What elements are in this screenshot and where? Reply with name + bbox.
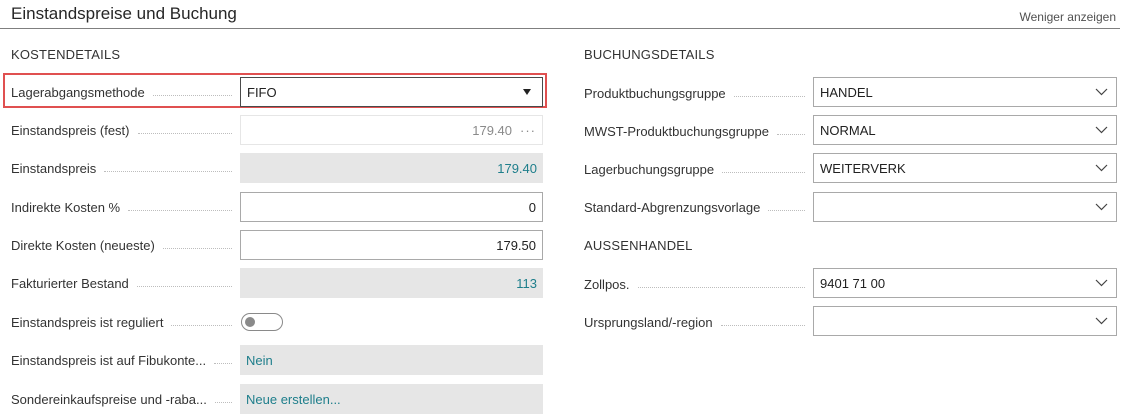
label-fakturierter-bestand: Fakturierter Bestand — [11, 274, 240, 292]
label-sondereinkaufspreise: Sondereinkaufspreise und -raba... — [11, 390, 240, 408]
toggle-knob — [245, 317, 255, 327]
chevron-down-icon[interactable] — [1086, 193, 1116, 221]
fakturierter-bestand-field[interactable]: 113 — [240, 268, 543, 298]
einstandspreis-value[interactable]: 179.40 — [240, 161, 543, 176]
sondereinkaufspreise-field[interactable]: Neue erstellen... — [240, 384, 543, 414]
einstandspreis-reguliert-toggle[interactable] — [241, 313, 283, 331]
ursprungsland-select[interactable] — [813, 306, 1117, 336]
label-lagerbuchungsgruppe: Lagerbuchungsgruppe — [584, 160, 813, 178]
einstandspreis-fest-field[interactable]: 179.40 ··· — [240, 115, 543, 145]
label-standard-abgrenzungsvorlage: Standard-Abgrenzungsvorlage — [584, 198, 813, 216]
section-title-buchungsdetails: BUCHUNGSDETAILS — [584, 47, 715, 62]
mwst-produktbuchungsgruppe-value: NORMAL — [820, 122, 876, 138]
label-mwst-produktbuchungsgruppe: MWST-Produktbuchungsgruppe — [584, 122, 813, 140]
label-produktbuchungsgruppe: Produktbuchungsgruppe — [584, 84, 813, 102]
page-title: Einstandspreise und Buchung — [11, 4, 237, 23]
lagerabgangsmethode-select[interactable]: FIFO — [240, 77, 543, 107]
label-indirekte-kosten: Indirekte Kosten % — [11, 198, 240, 216]
section-title-aussenhandel: AUSSENHANDEL — [584, 238, 693, 253]
chevron-down-icon[interactable] — [1086, 269, 1116, 297]
einstandspreis-fibukonten-field[interactable]: Nein — [240, 345, 543, 375]
label-einstandspreis-fest: Einstandspreis (fest) — [11, 121, 240, 139]
ellipsis-icon[interactable]: ··· — [518, 123, 542, 138]
chevron-down-icon[interactable] — [1086, 307, 1116, 335]
label-einstandspreis-fibukonten: Einstandspreis ist auf Fibukonte... — [11, 351, 240, 369]
lagerabgangsmethode-value: FIFO — [247, 84, 277, 100]
chevron-down-icon[interactable] — [1086, 116, 1116, 144]
show-less-link[interactable]: Weniger anzeigen — [1019, 10, 1116, 24]
direkte-kosten-value: 179.50 — [496, 237, 536, 253]
neue-erstellen-link[interactable]: Neue erstellen... — [240, 392, 543, 407]
caret-down-icon[interactable] — [512, 78, 542, 106]
label-einstandspreis-reguliert: Einstandspreis ist reguliert — [11, 313, 240, 331]
produktbuchungsgruppe-value: HANDEL — [820, 84, 873, 100]
mwst-produktbuchungsgruppe-select[interactable]: NORMAL — [813, 115, 1117, 145]
chevron-down-icon[interactable] — [1086, 78, 1116, 106]
label-lagerabgangsmethode: Lagerabgangsmethode — [11, 83, 240, 101]
header-divider — [0, 28, 1120, 29]
lagerbuchungsgruppe-value: WEITERVERK — [820, 160, 906, 176]
einstandspreis-field[interactable]: 179.40 — [240, 153, 543, 183]
direkte-kosten-input[interactable]: 179.50 — [240, 230, 543, 260]
lagerbuchungsgruppe-select[interactable]: WEITERVERK — [813, 153, 1117, 183]
fakturierter-bestand-value[interactable]: 113 — [240, 276, 543, 291]
label-einstandspreis: Einstandspreis — [11, 159, 240, 177]
chevron-down-icon[interactable] — [1086, 154, 1116, 182]
section-title-kostendetails: KOSTENDETAILS — [11, 47, 121, 62]
indirekte-kosten-input[interactable]: 0 — [240, 192, 543, 222]
label-direkte-kosten: Direkte Kosten (neueste) — [11, 236, 240, 254]
einstandspreis-fibukonten-value[interactable]: Nein — [240, 353, 543, 368]
standard-abgrenzungsvorlage-select[interactable] — [813, 192, 1117, 222]
label-ursprungsland: Ursprungsland/-region — [584, 313, 813, 331]
indirekte-kosten-value: 0 — [528, 199, 536, 215]
zollpos-value: 9401 71 00 — [820, 275, 886, 291]
label-zollpos: Zollpos. — [584, 275, 813, 293]
produktbuchungsgruppe-select[interactable]: HANDEL — [813, 77, 1117, 107]
einstandspreis-fest-value: 179.40 — [472, 122, 512, 138]
zollpos-select[interactable]: 9401 71 00 — [813, 268, 1117, 298]
